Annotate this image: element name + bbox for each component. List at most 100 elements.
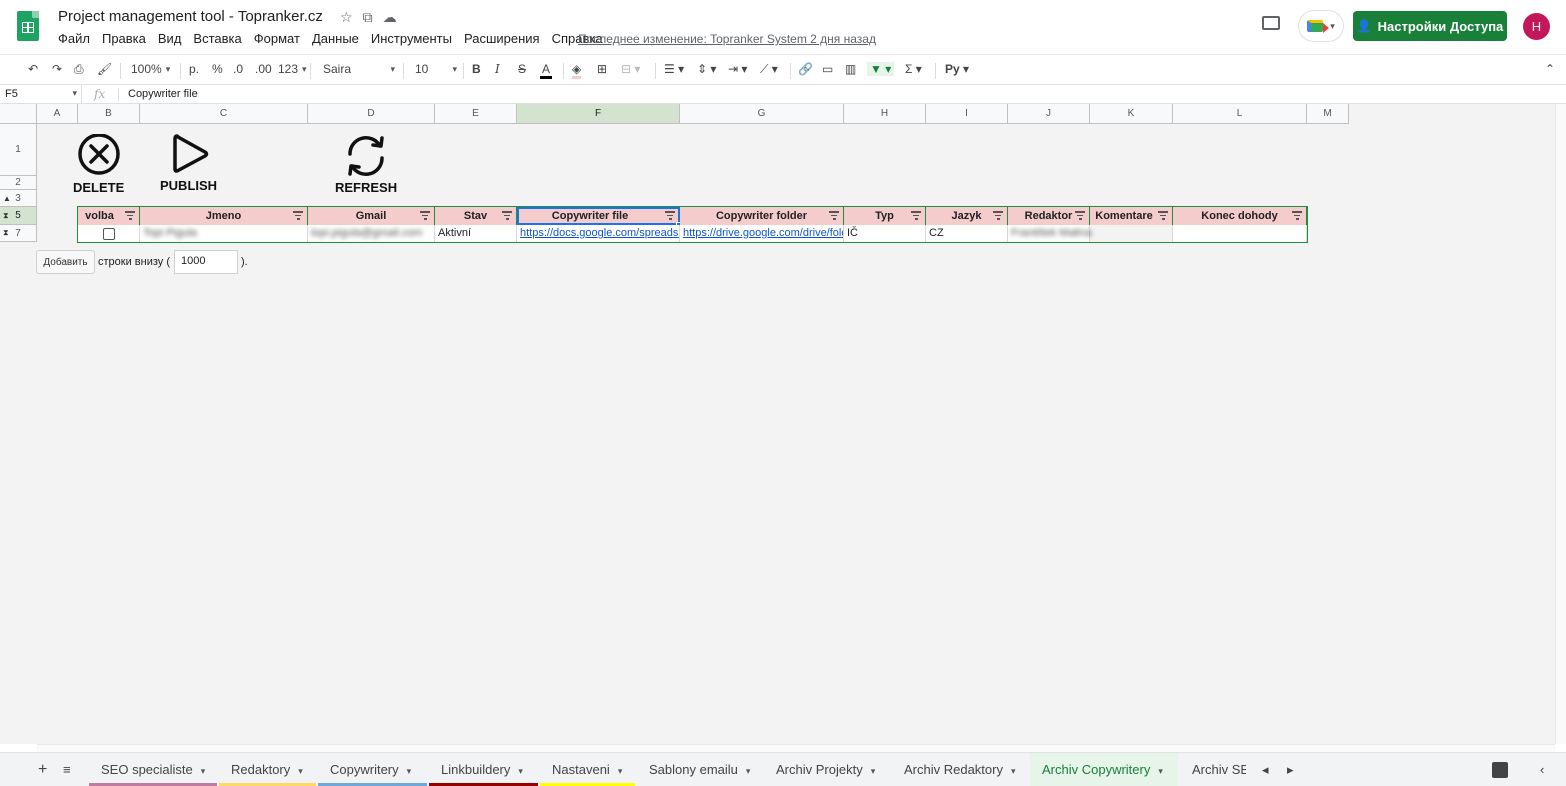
tab-copywritery[interactable]: Copywritery	[318, 753, 427, 786]
more-formats-button[interactable]: 123	[278, 62, 307, 76]
add-sheet-icon[interactable]: +	[28, 753, 47, 786]
tab-archiv-redaktory[interactable]: Archiv Redaktory	[892, 753, 1028, 786]
paint-format-icon[interactable]: 🖌	[97, 62, 112, 76]
header-volba[interactable]: volba	[78, 207, 140, 225]
vertical-align-icon[interactable]: ⇕ ▾	[697, 62, 716, 76]
tab-archiv-copywritery[interactable]: Archiv Copywritery	[1030, 753, 1178, 786]
horizontal-align-icon[interactable]: ☰ ▾	[664, 62, 684, 76]
header-konec-dohody[interactable]: Konec dohody	[1173, 207, 1307, 225]
insert-link-icon[interactable]: 🔗	[798, 62, 813, 76]
cloud-status-icon[interactable]: ☁	[383, 9, 397, 26]
meet-button[interactable]: ▾	[1299, 11, 1343, 41]
tab-archiv-se[interactable]: Archiv SE	[1180, 753, 1246, 786]
filter-icon[interactable]	[502, 211, 512, 220]
tab-seo-specialiste[interactable]: SEO specialiste	[89, 753, 217, 786]
move-folder-icon[interactable]: ⧉	[363, 9, 373, 26]
text-wrap-icon[interactable]: ⇥ ▾	[728, 62, 747, 76]
side-panel-toggle-icon[interactable]: ‹	[1528, 753, 1544, 786]
header-redaktor[interactable]: Redaktor	[1008, 207, 1090, 225]
row-header-2[interactable]: 2	[0, 176, 37, 190]
menu-tools[interactable]: Инструменты	[371, 31, 452, 46]
print-icon[interactable]: ⎙	[74, 62, 84, 77]
column-header-e[interactable]: E	[435, 104, 517, 124]
column-header-h[interactable]: H	[844, 104, 926, 124]
insert-chart-icon[interactable]: ▥	[845, 62, 856, 76]
italic-button[interactable]: I	[495, 62, 500, 76]
menu-extensions[interactable]: Расширения	[464, 31, 540, 46]
borders-icon[interactable]: ⊞	[597, 62, 607, 76]
gmail-cell[interactable]: topi.pigula@gmail.com	[308, 225, 435, 242]
group-expand-icon[interactable]: ⧗	[3, 228, 9, 238]
row-header-3[interactable]: ▲ 3	[0, 190, 37, 207]
menu-view[interactable]: Вид	[158, 31, 182, 46]
star-icon[interactable]: ☆	[340, 9, 353, 26]
tab-sablony-emailu[interactable]: Sablony emailu	[637, 753, 761, 786]
redo-icon[interactable]: ↷	[52, 62, 62, 76]
delete-button[interactable]: DELETE	[73, 134, 124, 195]
row-header-5[interactable]: ⧗ 5	[0, 207, 37, 225]
document-title[interactable]: Project management tool - Topranker.cz	[58, 8, 323, 25]
volba-cell[interactable]	[78, 225, 140, 242]
text-color-button[interactable]: A	[540, 62, 553, 79]
vertical-scrollbar[interactable]	[1555, 104, 1566, 744]
row-header-7[interactable]: ⧗ 7	[0, 225, 37, 242]
header-jmeno[interactable]: Jmeno	[140, 207, 308, 225]
share-button[interactable]: 👤 Настройки Доступа	[1353, 11, 1507, 41]
percent-format-button[interactable]: %	[212, 62, 223, 76]
filter-icon[interactable]	[293, 211, 303, 220]
sheets-logo-icon[interactable]	[17, 11, 39, 41]
font-select[interactable]: Saira	[323, 62, 395, 76]
add-rows-button[interactable]: Добавить	[36, 250, 95, 274]
jazyk-cell[interactable]: CZ	[926, 225, 1008, 242]
column-header-m[interactable]: M	[1307, 104, 1349, 124]
add-rows-count-input[interactable]: 1000	[174, 250, 238, 274]
filter-icon[interactable]	[1158, 211, 1168, 220]
font-size-select[interactable]: 10	[415, 62, 457, 76]
group-collapse-icon[interactable]: ▲	[3, 194, 11, 203]
column-header-a[interactable]: A	[37, 104, 78, 124]
copywriter-file-cell[interactable]: https://docs.google.com/spreadsheets	[517, 225, 680, 242]
filter-icon[interactable]	[125, 211, 135, 220]
column-header-g[interactable]: G	[680, 104, 844, 124]
strikethrough-button[interactable]: S	[518, 62, 526, 76]
header-stav[interactable]: Stav	[435, 207, 517, 225]
undo-icon[interactable]: ↶	[28, 62, 38, 76]
filter-icon[interactable]	[829, 211, 839, 220]
row-header-1[interactable]: 1	[0, 124, 37, 176]
fill-color-icon[interactable]: ◈	[572, 62, 582, 79]
select-all-corner[interactable]	[0, 104, 37, 124]
volba-checkbox[interactable]	[102, 227, 115, 240]
tab-redaktory[interactable]: Redaktory	[219, 753, 316, 786]
scroll-tabs-right-icon[interactable]: ▸	[1275, 753, 1294, 786]
formula-input[interactable]: Copywriter file	[128, 88, 198, 100]
menu-data[interactable]: Данные	[312, 31, 359, 46]
refresh-button[interactable]: REFRESH	[335, 132, 397, 195]
header-komentare[interactable]: Komentare	[1090, 207, 1173, 225]
header-gmail[interactable]: Gmail	[308, 207, 435, 225]
copywriter-folder-cell[interactable]: https://drive.google.com/drive/folders	[680, 225, 844, 242]
column-header-c[interactable]: C	[140, 104, 308, 124]
filter-icon[interactable]	[1292, 211, 1302, 220]
column-header-b[interactable]: B	[78, 104, 140, 124]
decrease-decimal-button[interactable]: .0	[233, 62, 243, 76]
zoom-select[interactable]: 100%	[131, 62, 170, 76]
konec-dohody-cell[interactable]	[1173, 225, 1307, 242]
tab-nastaveni[interactable]: Nastaveni	[540, 753, 635, 786]
stav-cell[interactable]: Aktivní	[435, 225, 517, 242]
merge-cells-icon[interactable]: ⊟ ▾	[621, 62, 640, 76]
text-rotation-icon[interactable]: ⟋ ▾	[760, 62, 778, 77]
column-header-j[interactable]: J	[1008, 104, 1090, 124]
group-expand-icon[interactable]: ⧗	[3, 211, 9, 221]
filter-icon[interactable]	[665, 211, 675, 220]
header-copywriter-folder[interactable]: Copywriter folder	[680, 207, 844, 225]
bold-button[interactable]: B	[472, 62, 481, 76]
insert-comment-icon[interactable]: ▭	[822, 62, 833, 76]
column-header-l[interactable]: L	[1173, 104, 1307, 124]
increase-decimal-button[interactable]: .00	[255, 62, 272, 76]
menu-file[interactable]: Файл	[58, 31, 90, 46]
name-box[interactable]: F5	[0, 85, 82, 104]
last-edit-link[interactable]: Последнее изменение: Topranker System 2 …	[578, 32, 876, 46]
filter-icon[interactable]	[911, 211, 921, 220]
filter-icon[interactable]	[1075, 211, 1085, 220]
functions-button[interactable]: Σ ▾	[905, 62, 922, 76]
